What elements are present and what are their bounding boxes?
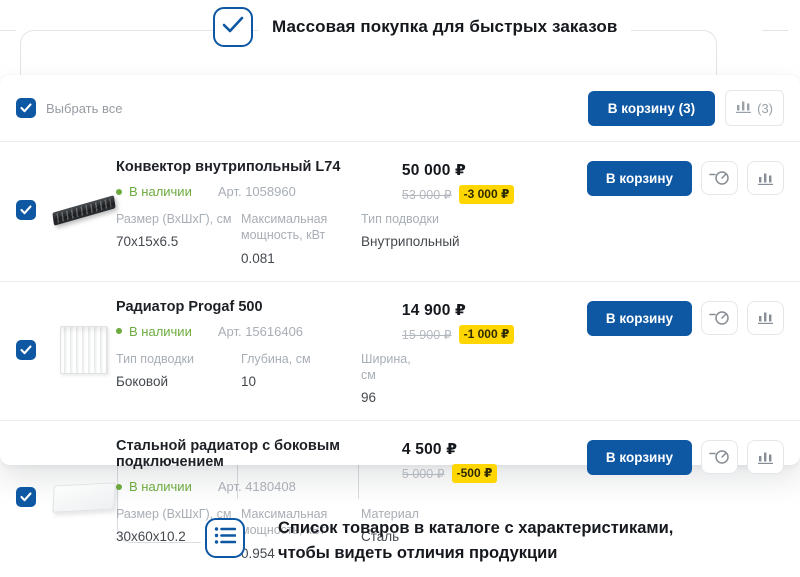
- current-price: 50 000 ₽: [402, 161, 587, 180]
- spec-value: 10: [241, 374, 359, 389]
- product-list-callout-icon: [205, 518, 245, 558]
- top-right-connector-line: [762, 30, 788, 31]
- product-specs: Тип подводкиБоковой Глубина, см10 Ширина…: [116, 341, 402, 406]
- bulk-purchase-title: Массовая покупка для быстрых заказов: [258, 17, 631, 37]
- caption-line-2: чтобы видеть отличия продукции: [278, 541, 673, 566]
- compare-all-button[interactable]: (3): [725, 90, 784, 126]
- select-all-checkbox[interactable]: [16, 98, 36, 118]
- spec-value: Боковой: [116, 374, 239, 389]
- product-meta: В наличии Арт. 15616406: [116, 324, 402, 339]
- check-icon: [20, 103, 32, 113]
- bulk-purchase-callout-icon: [213, 7, 253, 47]
- row-actions: В корзину: [587, 155, 784, 266]
- row-checkbox-cell: [16, 295, 52, 406]
- check-icon: [20, 492, 32, 502]
- check-icon: [20, 345, 32, 355]
- current-price: 14 900 ₽: [402, 301, 587, 320]
- check-icon: [20, 205, 32, 215]
- compare-button[interactable]: [747, 301, 784, 335]
- product-image[interactable]: [52, 155, 116, 266]
- product-title[interactable]: Радиатор Progaf 500: [116, 299, 402, 315]
- product-row: Радиатор Progaf 500 В наличии Арт. 15616…: [0, 282, 800, 422]
- spec-column: Максимальная мощность, кВт 0.081: [241, 201, 359, 266]
- product-title[interactable]: Конвектор внутрипольный L74: [116, 159, 402, 175]
- old-price: 5 000 ₽: [402, 466, 445, 481]
- availability-status: В наличии: [116, 184, 192, 199]
- spec-column: Глубина, см 10: [241, 341, 359, 406]
- spec-label: Максимальная мощность, кВт: [241, 211, 359, 244]
- spec-label: Глубина, см: [241, 351, 359, 367]
- old-price: 15 900 ₽: [402, 327, 452, 342]
- product-meta: В наличии Арт. 4180408: [116, 479, 402, 494]
- compare-count: (3): [757, 101, 773, 116]
- product-row: Конвектор внутрипольный L74 В наличии Ар…: [0, 142, 800, 282]
- compare-icon: [736, 100, 751, 116]
- availability-status: В наличии: [116, 324, 192, 339]
- radiator-thumbnail: [60, 326, 108, 374]
- product-list-caption: Список товаров в каталоге с характеристи…: [278, 516, 673, 566]
- availability-status: В наличии: [116, 479, 192, 494]
- check-icon: [222, 16, 244, 38]
- old-price: 53 000 ₽: [402, 187, 452, 202]
- select-all-label: Выбрать все: [46, 101, 122, 116]
- add-all-to-cart-button[interactable]: В корзину (3): [588, 91, 715, 126]
- availability-dot-icon: [116, 328, 122, 334]
- product-checkbox[interactable]: [16, 200, 36, 220]
- quick-order-button[interactable]: [701, 301, 738, 335]
- toolbar-actions: В корзину (3) (3): [588, 90, 784, 126]
- row-actions: В корзину: [587, 295, 784, 406]
- product-list-card: Выбрать все В корзину (3) (3) Конвектор …: [0, 75, 800, 465]
- compare-button[interactable]: [747, 440, 784, 474]
- list-toolbar: Выбрать все В корзину (3) (3): [0, 75, 800, 142]
- list-icon: [214, 526, 236, 550]
- discount-badge: -500 ₽: [452, 464, 498, 483]
- product-sku: Арт. 15616406: [218, 324, 303, 339]
- compare-icon: [758, 311, 773, 324]
- availability-dot-icon: [116, 484, 122, 490]
- top-left-connector-line: [0, 30, 16, 31]
- spec-value: 0.081: [241, 251, 359, 266]
- product-specs: Размер (ВхШхГ), см 70x15x6.5 Максимальная…: [116, 201, 402, 266]
- compare-button[interactable]: [747, 161, 784, 195]
- add-to-cart-button[interactable]: В корзину: [587, 301, 692, 336]
- row-checkbox-cell: [16, 434, 52, 561]
- stopwatch-icon: [709, 449, 730, 465]
- product-image[interactable]: [52, 295, 116, 406]
- stopwatch-icon: [709, 170, 730, 186]
- quick-order-button[interactable]: [701, 440, 738, 474]
- product-sku: Арт. 4180408: [218, 479, 296, 494]
- spec-label: Размер (ВхШхГ), см: [116, 211, 239, 227]
- current-price: 4 500 ₽: [402, 440, 587, 459]
- convector-thumbnail: [52, 195, 115, 226]
- product-info: Конвектор внутрипольный L74 В наличии Ар…: [116, 155, 402, 266]
- discount-badge: -3 000 ₽: [459, 185, 515, 204]
- add-to-cart-button[interactable]: В корзину: [587, 440, 692, 475]
- product-image[interactable]: [52, 434, 116, 561]
- quick-order-button[interactable]: [701, 161, 738, 195]
- product-title[interactable]: Стальной радиатор с боковым подключением: [116, 438, 402, 470]
- caption-line-1: Список товаров в каталоге с характеристи…: [278, 516, 673, 541]
- spec-label: Тип подводки: [116, 351, 239, 367]
- compare-icon: [758, 172, 773, 185]
- product-info: Радиатор Progaf 500 В наличии Арт. 15616…: [116, 295, 402, 406]
- product-meta: В наличии Арт. 1058960: [116, 184, 402, 199]
- price-block: 14 900 ₽ 15 900 ₽ -1 000 ₽: [402, 295, 587, 406]
- spec-column: Тип подводки Боковой: [116, 341, 239, 406]
- discount-badge: -1 000 ₽: [459, 325, 515, 344]
- steel-panel-thumbnail: [52, 482, 115, 512]
- add-to-cart-button[interactable]: В корзину: [587, 161, 692, 196]
- spec-value: 70x15x6.5: [116, 234, 239, 249]
- product-sku: Арт. 1058960: [218, 184, 296, 199]
- price-block: 50 000 ₽ 53 000 ₽ -3 000 ₽: [402, 155, 587, 266]
- product-checkbox[interactable]: [16, 340, 36, 360]
- compare-icon: [758, 451, 773, 464]
- availability-dot-icon: [116, 189, 122, 195]
- product-checkbox[interactable]: [16, 487, 36, 507]
- stopwatch-icon: [709, 310, 730, 326]
- row-checkbox-cell: [16, 155, 52, 266]
- spec-column: Размер (ВхШхГ), см 70x15x6.5: [116, 201, 239, 266]
